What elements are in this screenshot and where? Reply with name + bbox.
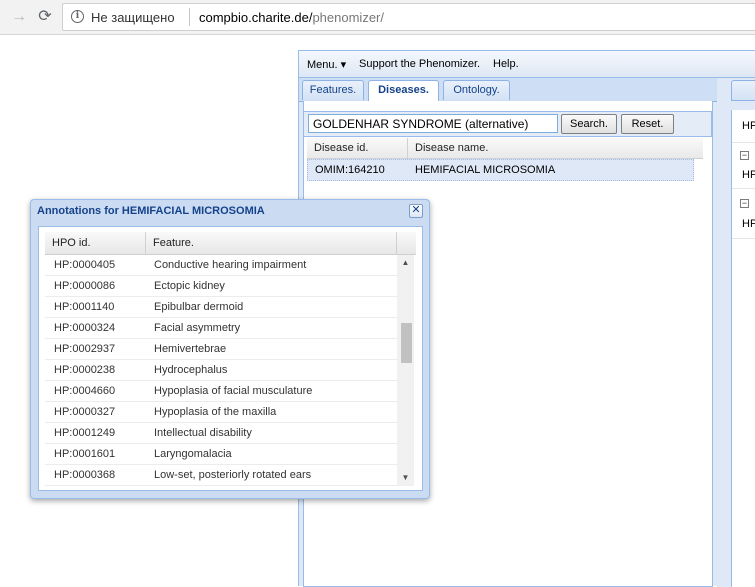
tab-ontology[interactable]: Ontology. — [443, 80, 510, 100]
disease-id-cell: OMIM:164210 — [315, 164, 385, 176]
reload-icon[interactable]: ⟳ — [34, 6, 56, 28]
security-label[interactable]: Не защищено — [91, 10, 175, 25]
hpo-id-cell: HP:0000368 — [54, 469, 116, 481]
column-header-feature[interactable]: Feature. — [146, 232, 397, 255]
divider — [732, 238, 755, 239]
table-row[interactable]: HP:0000405 Conductive hearing impairment — [45, 255, 397, 276]
hpo-id-cell: HP:0001249 — [54, 427, 116, 439]
menu-bar: Menu. ▾ Support the Phenomizer. Help. — [299, 51, 755, 78]
vertical-scrollbar[interactable]: ▲ ▼ — [397, 255, 414, 486]
close-icon[interactable]: ✕ — [409, 204, 423, 218]
hpo-id-cell: HP:0001140 — [54, 301, 115, 313]
menu-dropdown[interactable]: Menu. ▾ — [307, 58, 346, 71]
hpo-id-cell: HP:0000086 — [54, 280, 116, 292]
url-path: phenomizer/ — [312, 10, 384, 25]
right-panel: HP − HP − HP — [731, 110, 755, 587]
right-panel-item: HP — [742, 169, 755, 181]
collapse-icon[interactable]: − — [740, 199, 749, 208]
hpo-id-cell: HP:0000327 — [54, 406, 116, 418]
feature-cell: Hydrocephalus — [154, 364, 228, 376]
collapse-icon[interactable]: − — [740, 151, 749, 160]
support-menu-item[interactable]: Support the Phenomizer. — [359, 58, 480, 70]
feature-cell: Facial asymmetry — [154, 322, 241, 334]
reset-button[interactable]: Reset. — [621, 114, 674, 134]
tab-diseases[interactable]: Diseases. — [368, 80, 439, 102]
hpo-id-cell: HP:0000405 — [54, 259, 116, 271]
search-toolbar: Search. Reset. — [303, 111, 712, 137]
right-panel-tab[interactable] — [731, 80, 755, 101]
column-header-disease-id[interactable]: Disease id. — [307, 138, 408, 159]
hpo-id-cell: HP:0000238 — [54, 364, 116, 376]
column-header-disease-name[interactable]: Disease name. — [408, 138, 703, 159]
table-row[interactable]: HP:0001140 Epibulbar dermoid — [45, 297, 397, 318]
table-row[interactable]: OMIM:164210 HEMIFACIAL MICROSOMIA — [307, 159, 694, 181]
right-panel-item: HP — [742, 120, 755, 132]
feature-cell: Hemivertebrae — [154, 343, 227, 355]
divider — [732, 142, 755, 143]
feature-cell: Hypoplasia of the maxilla — [154, 406, 277, 418]
hpo-id-cell: HP:0002937 — [54, 343, 116, 355]
scroll-up-icon[interactable]: ▲ — [397, 255, 414, 271]
hpo-id-cell: HP:0000324 — [54, 322, 116, 334]
url-text[interactable]: compbio.charite.de/phenomizer/ — [199, 10, 384, 25]
feature-cell: Epibulbar dermoid — [154, 301, 244, 313]
annotation-rows[interactable]: HP:0000405 Conductive hearing impairment … — [45, 255, 397, 486]
table-row[interactable]: HP:0000327 Hypoplasia of the maxilla — [45, 402, 397, 423]
table-row[interactable]: HP:0004660 Hypoplasia of facial musculatu… — [45, 381, 397, 402]
table-row[interactable]: HP:0001249 Intellectual disability — [45, 423, 397, 444]
table-row[interactable]: HP:0000368 Low-set, posteriorly rotated e… — [45, 465, 397, 486]
disease-search-input[interactable] — [308, 114, 558, 133]
column-header-hpo-id[interactable]: HPO id. — [45, 232, 146, 255]
table-row[interactable]: HP:0000238 Hydrocephalus — [45, 360, 397, 381]
browser-toolbar: → ⟳ i Не защищено compbio.charite.de/phe… — [0, 0, 755, 35]
table-row[interactable]: HP:0000086 Ectopic kidney — [45, 276, 397, 297]
feature-cell: Ectopic kidney — [154, 280, 225, 292]
feature-cell: Conductive hearing impairment — [154, 259, 307, 271]
feature-cell: Intellectual disability — [154, 427, 252, 439]
scrollbar-thumb[interactable] — [401, 323, 412, 363]
table-row[interactable]: HP:0001601 Laryngomalacia — [45, 444, 397, 465]
url-host: compbio.charite.de/ — [199, 10, 313, 25]
feature-cell: Low-set, posteriorly rotated ears — [154, 469, 312, 481]
right-panel-item: HP — [742, 218, 755, 230]
info-icon[interactable]: i — [71, 10, 84, 23]
url-separator — [189, 8, 190, 26]
tab-strip: Features. Diseases. Ontology. — [299, 78, 717, 102]
hpo-id-cell: HP:0004660 — [54, 385, 116, 397]
scroll-down-icon[interactable]: ▼ — [397, 470, 414, 486]
disease-name-cell: HEMIFACIAL MICROSOMIA — [415, 164, 556, 176]
feature-cell: Hypoplasia of facial musculature — [154, 385, 313, 397]
dialog-title[interactable]: Annotations for HEMIFACIAL MICROSOMIA — [37, 205, 265, 217]
divider — [732, 188, 755, 189]
feature-cell: Laryngomalacia — [154, 448, 232, 460]
tab-features[interactable]: Features. — [302, 80, 364, 100]
search-button[interactable]: Search. — [561, 114, 617, 134]
address-bar[interactable]: i Не защищено compbio.charite.de/phenomi… — [62, 3, 755, 31]
help-menu-item[interactable]: Help. — [493, 58, 519, 70]
table-row[interactable]: HP:0002937 Hemivertebrae — [45, 339, 397, 360]
annotations-dialog: Annotations for HEMIFACIAL MICROSOMIA ✕ … — [30, 199, 430, 499]
dialog-body: HPO id. Feature. HP:0000405 Conductive he… — [38, 226, 423, 491]
disease-grid-header: Disease id. Disease name. — [307, 138, 703, 159]
table-row[interactable]: HP:0000324 Facial asymmetry — [45, 318, 397, 339]
hpo-id-cell: HP:0001601 — [54, 448, 116, 460]
annotation-grid-header: HPO id. Feature. — [45, 232, 416, 255]
back-arrow-icon[interactable]: → — [8, 6, 30, 28]
